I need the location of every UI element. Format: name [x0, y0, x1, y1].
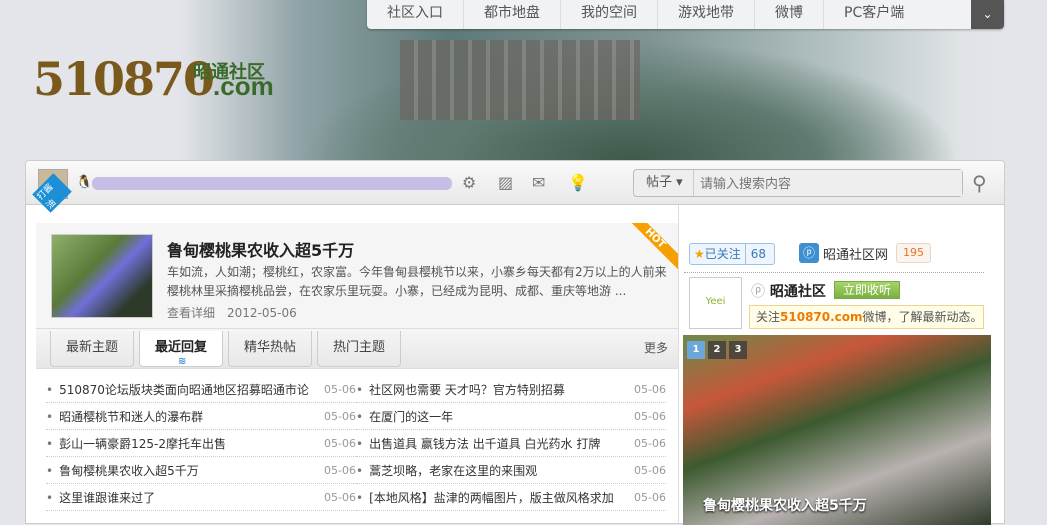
- gear-icon[interactable]: ⚙: [462, 173, 476, 192]
- search-type-select[interactable]: 帖子 ▾: [634, 170, 694, 196]
- image-slider[interactable]: 123 鲁甸樱桃果农收入超5千万: [683, 335, 991, 525]
- listen-button[interactable]: 立即收听: [834, 281, 900, 299]
- search-icon[interactable]: ⚲: [972, 171, 987, 195]
- top-nav: 社区入口 都市地盘 我的空间 游戏地带 微博 PC客户端 ⌄: [367, 0, 1004, 29]
- featured-date: 2012-05-06: [227, 306, 297, 320]
- nav-city[interactable]: 都市地盘: [464, 0, 561, 29]
- thread-list-left: 510870论坛版块类面向昭通地区招募昭通市论05-06 昭通樱桃节和迷人的瀑布…: [46, 376, 356, 511]
- featured-title[interactable]: 鲁甸樱桃果农收入超5千万: [167, 237, 354, 261]
- nav-pc-client[interactable]: PC客户端: [824, 0, 924, 29]
- followed-button[interactable]: ★已关注 68: [689, 243, 775, 265]
- list-item[interactable]: 蒿芝坝略，老家在这里的来围观05-06: [356, 457, 666, 484]
- avatar-badge: 打酱油: [32, 173, 72, 213]
- tab-featured[interactable]: 精华热帖: [228, 331, 312, 367]
- site-logo[interactable]: 510870.com 昭通社区: [33, 52, 274, 106]
- username-redacted: [92, 177, 452, 190]
- weibo-notice: 关注510870.com微博，了解最新动态。: [749, 305, 984, 329]
- main-panel: 打酱油 🐧 ⚙ ▨ ✉ 💡 帖子 ▾ ⚲ 鲁甸樱桃果农收入超5千万 车如流，人如…: [25, 160, 1005, 525]
- list-item[interactable]: 彭山一辆豪爵125-2摩托车出售05-06: [46, 430, 356, 457]
- qq-icon: 🐧: [76, 175, 93, 190]
- chevron-down-icon[interactable]: ⌄: [971, 0, 1004, 29]
- nav-weibo[interactable]: 微博: [755, 0, 824, 29]
- list-item[interactable]: [本地风格】盐津的两幅图片，版主做风格求加05-06: [356, 484, 666, 511]
- featured-post: 鲁甸樱桃果农收入超5千万 车如流，人如潮；樱桃红，农家富。今年鲁甸县樱桃节以来，…: [36, 223, 678, 329]
- featured-image[interactable]: [51, 234, 153, 318]
- thread-list-right: 社区网也需要 天才吗？官方特别招募05-06 在厦门的这一年05-06 出售道具…: [356, 376, 666, 511]
- slide-page-1[interactable]: 1: [687, 341, 705, 359]
- slide-page-3[interactable]: 3: [729, 341, 747, 359]
- nav-games[interactable]: 游戏地带: [658, 0, 755, 29]
- tab-recent-replies[interactable]: 最近回复: [139, 331, 223, 379]
- avatar[interactable]: 打酱油: [32, 169, 72, 213]
- lightbulb-icon[interactable]: 💡: [568, 173, 588, 192]
- weibo-site[interactable]: ⓟ 昭通社区网 195: [799, 243, 932, 263]
- list-item[interactable]: 鲁甸樱桃果农收入超5千万05-06: [46, 457, 356, 484]
- hot-badge: HOT: [630, 223, 678, 271]
- star-icon: ★: [694, 247, 705, 261]
- sidebar: ★已关注 68 ⓟ 昭通社区网 195 Yeei ⓟ 昭通社区 立即收听 关注5108…: [678, 205, 1004, 525]
- list-item[interactable]: 社区网也需要 天才吗？官方特别招募05-06: [356, 376, 666, 403]
- weibo-small-icon: ⓟ: [751, 284, 765, 300]
- nav-community[interactable]: 社区入口: [367, 0, 464, 29]
- view-details-link[interactable]: 查看详细: [167, 306, 215, 320]
- search-input[interactable]: [694, 170, 962, 196]
- site-count: 195: [896, 243, 932, 263]
- image-icon[interactable]: ▨: [498, 173, 513, 192]
- search-box: 帖子 ▾: [633, 169, 963, 197]
- more-link[interactable]: 更多: [644, 339, 668, 356]
- slide-page-2[interactable]: 2: [708, 341, 726, 359]
- thread-tabs: 最新主题 最近回复 精华热帖 热门主题 更多: [36, 329, 678, 379]
- list-item[interactable]: 在厦门的这一年05-06: [356, 403, 666, 430]
- tab-hot[interactable]: 热门主题: [317, 331, 401, 367]
- weibo-name[interactable]: ⓟ 昭通社区: [751, 281, 826, 301]
- list-item[interactable]: 出售道具 赢钱方法 出千道具 白光药水 打牌05-06: [356, 430, 666, 457]
- weibo-avatar[interactable]: Yeei: [689, 277, 742, 329]
- tab-latest[interactable]: 最新主题: [50, 331, 134, 367]
- list-item[interactable]: 昭通樱桃节和迷人的瀑布群05-06: [46, 403, 356, 430]
- slide-caption[interactable]: 鲁甸樱桃果农收入超5千万: [703, 495, 867, 515]
- follow-count: 68: [750, 247, 767, 261]
- list-item[interactable]: 510870论坛版块类面向昭通地区招募昭通市论05-06: [46, 376, 356, 403]
- user-toolbar: 打酱油 🐧 ⚙ ▨ ✉ 💡 帖子 ▾ ⚲: [26, 161, 1004, 213]
- list-item[interactable]: 这里谁跟谁来过了05-06: [46, 484, 356, 511]
- nav-my-space[interactable]: 我的空间: [561, 0, 658, 29]
- weibo-link[interactable]: 510870.com: [780, 310, 863, 324]
- featured-summary: 车如流，人如潮；樱桃红，农家富。今年鲁甸县樱桃节以来，小寨乡每天都有2万以上的人…: [167, 265, 667, 298]
- mail-icon[interactable]: ✉: [532, 173, 545, 192]
- weibo-icon: ⓟ: [799, 243, 819, 263]
- divider: [684, 272, 984, 273]
